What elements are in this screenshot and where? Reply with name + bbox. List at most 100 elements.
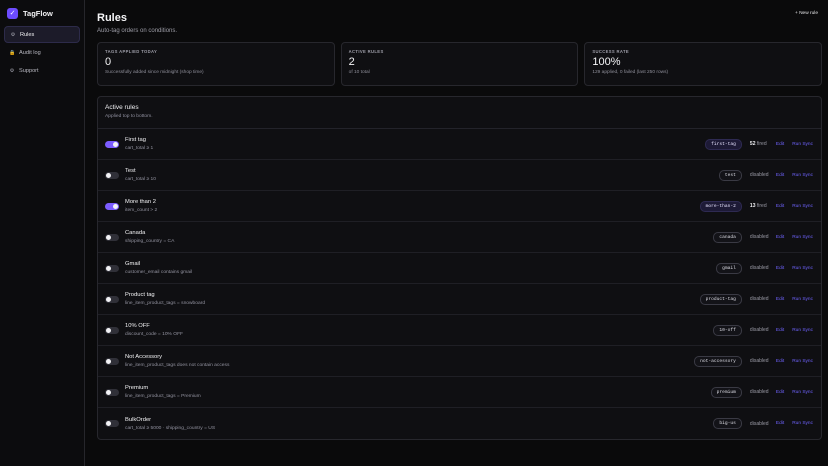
rule-condition: cart_total ≥ 1: [125, 146, 154, 151]
rule-actions: more-than-2 13 fired Edit Run Sync: [699, 191, 813, 221]
stats-row: TAGS APPLIED TODAY 0 Successfully added …: [97, 42, 823, 86]
table-row: Product tag line_item_product_tags = sno…: [98, 284, 821, 315]
run-sync-button[interactable]: Run Sync: [792, 297, 813, 302]
table-row: Not Accessory line_item_product_tags doe…: [98, 346, 821, 377]
brand-logo-icon: ✓: [7, 7, 18, 19]
rule-toggle[interactable]: [105, 388, 119, 396]
edit-button[interactable]: Edit: [776, 328, 784, 333]
rule-name: Canada: [125, 230, 146, 236]
rule-toggle[interactable]: [105, 140, 119, 148]
run-sync-button[interactable]: Run Sync: [792, 173, 813, 178]
rule-actions: first-tag 52 fired Edit Run Sync: [705, 129, 813, 159]
tag-badge: first-tag: [705, 138, 742, 150]
tag-badge: canada: [713, 231, 742, 243]
lock-icon: 🔒: [9, 49, 16, 56]
rule-info: BulkOrder cart_total ≥ 5000 · shipping_c…: [125, 417, 215, 431]
rule-name: Not Accessory: [125, 354, 163, 360]
rule-toggle[interactable]: [105, 233, 119, 241]
rules-panel-title: Active rules: [105, 104, 139, 111]
tag-badge: more-than-2: [699, 200, 742, 212]
table-row: Premium line_item_product_tags = Premium…: [98, 377, 821, 408]
rule-condition: cart_total ≥ 5000 · shipping_country = U…: [125, 425, 216, 431]
stat-tags-applied: TAGS APPLIED TODAY 0 Successfully added …: [97, 42, 335, 86]
run-sync-button[interactable]: Run Sync: [792, 328, 813, 333]
rule-toggle[interactable]: [105, 264, 119, 272]
fired-count: 13 fired: [750, 203, 768, 209]
rule-name: First tag: [125, 137, 146, 143]
edit-button[interactable]: Edit: [776, 204, 784, 209]
rule-name: Gmail: [125, 261, 141, 267]
rule-name: BulkOrder: [125, 416, 152, 423]
tag-badge: big-us: [713, 418, 742, 429]
brand: ✓ TagFlow: [4, 6, 80, 20]
edit-button[interactable]: Edit: [776, 359, 784, 364]
sidebar-item-rules[interactable]: ⚙ Rules: [4, 26, 80, 43]
tag-badge: gmail: [716, 262, 742, 274]
rule-info: 10% OFF discount_code = 10% OFF: [125, 323, 183, 337]
fired-label: fired: [756, 141, 767, 147]
stat-value: 100%: [592, 56, 621, 68]
rule-condition: cart_total ≥ 10: [125, 177, 156, 182]
rule-info: More than 2 item_count > 2: [125, 199, 157, 213]
rule-info: Not Accessory line_item_product_tags doe…: [125, 354, 229, 368]
disabled-status: disabled: [749, 389, 769, 395]
rule-condition: customer_email contains gmail: [125, 270, 193, 275]
sidebar-item-label: Support: [19, 67, 39, 74]
table-row: BulkOrder cart_total ≥ 5000 · shipping_c…: [98, 408, 821, 439]
run-sync-button[interactable]: Run Sync: [792, 204, 813, 209]
rule-toggle[interactable]: [105, 295, 119, 303]
rule-actions: premium disabled Edit Run Sync: [710, 377, 813, 407]
edit-button[interactable]: Edit: [776, 142, 784, 147]
table-row: Canada shipping_country = CA canada disa…: [98, 222, 821, 253]
edit-button[interactable]: Edit: [776, 390, 784, 395]
stat-label: TAGS APPLIED TODAY: [105, 49, 158, 54]
fired-number: 13: [749, 203, 756, 209]
brand-name: TagFlow: [23, 8, 53, 18]
stat-note: Successfully added since midnight (shop …: [105, 70, 204, 75]
rule-actions: test disabled Edit Run Sync: [718, 160, 813, 190]
run-sync-button[interactable]: Run Sync: [792, 235, 813, 240]
rules-panel-subtitle: Applied top to bottom.: [105, 114, 153, 119]
rule-toggle[interactable]: [105, 202, 119, 210]
run-sync-button[interactable]: Run Sync: [792, 359, 813, 364]
tag-badge: not-accessory: [694, 355, 742, 367]
new-rule-button[interactable]: + New rule: [795, 11, 818, 16]
rule-actions: gmail disabled Edit Run Sync: [716, 253, 813, 283]
stat-note: of 10 total: [348, 70, 370, 75]
app: ✓ TagFlow ⚙ Rules 🔒 Audit log ⚙ Support …: [0, 0, 828, 466]
rule-info: Gmail customer_email contains gmail: [125, 261, 192, 275]
run-sync-button[interactable]: Run Sync: [792, 142, 813, 147]
table-row: Test cart_total ≥ 10 test disabled Edit …: [98, 160, 821, 191]
sidebar-item-audit-log[interactable]: 🔒 Audit log: [4, 44, 80, 61]
run-sync-button[interactable]: Run Sync: [792, 421, 813, 426]
rule-condition: shipping_country = CA: [125, 239, 175, 244]
table-row: 10% OFF discount_code = 10% OFF 10-off d…: [98, 315, 821, 346]
rule-info: Test cart_total ≥ 10: [125, 168, 156, 182]
rule-actions: product-tag disabled Edit Run Sync: [699, 284, 813, 314]
stat-success-rate: SUCCESS RATE 100% 129 applied, 0 failed …: [584, 42, 823, 86]
sidebar-item-support[interactable]: ⚙ Support: [4, 62, 80, 79]
rule-info: Canada shipping_country = CA: [125, 230, 174, 244]
stat-value: 2: [348, 56, 355, 68]
run-sync-button[interactable]: Run Sync: [792, 390, 813, 395]
sidebar-item-label: Rules: [20, 31, 35, 38]
tag-badge: test: [718, 169, 742, 181]
rule-toggle[interactable]: [105, 357, 119, 365]
run-sync-button[interactable]: Run Sync: [792, 266, 813, 271]
edit-button[interactable]: Edit: [776, 421, 784, 426]
edit-button[interactable]: Edit: [776, 235, 784, 240]
edit-button[interactable]: Edit: [776, 173, 784, 178]
rule-toggle[interactable]: [105, 171, 119, 179]
disabled-status: disabled: [749, 265, 769, 271]
rule-toggle[interactable]: [105, 326, 119, 334]
table-row: First tag cart_total ≥ 1 first-tag 52 fi…: [98, 129, 821, 160]
tag-badge: 10-off: [713, 324, 742, 336]
edit-button[interactable]: Edit: [776, 297, 784, 302]
edit-button[interactable]: Edit: [776, 266, 784, 271]
rule-actions: 10-off disabled Edit Run Sync: [713, 315, 813, 345]
rule-condition: line_item_product_tags = Premium: [125, 394, 201, 399]
rule-toggle[interactable]: [105, 420, 119, 427]
rule-list: First tag cart_total ≥ 1 first-tag 52 fi…: [98, 129, 821, 439]
gear-icon: ⚙: [10, 31, 16, 38]
page-title: Rules: [97, 12, 127, 24]
